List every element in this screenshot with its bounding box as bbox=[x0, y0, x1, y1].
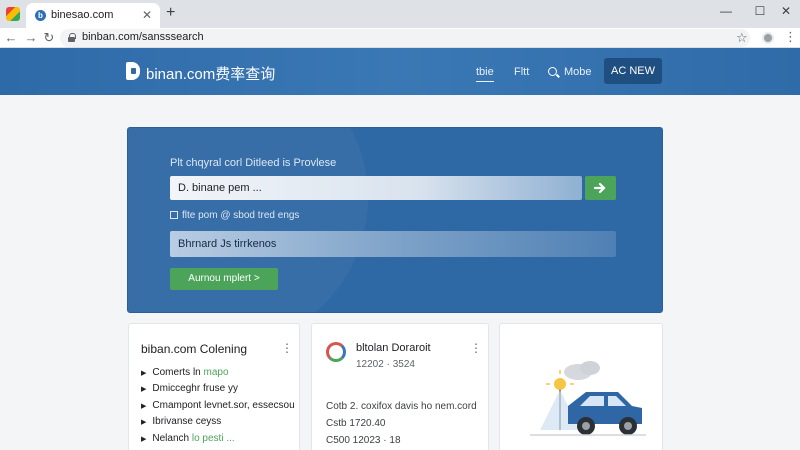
search-icon[interactable] bbox=[548, 67, 557, 76]
browser-toolbar: ← → ↻ binban.com/sansssearch ☆ ⋮ bbox=[0, 28, 800, 48]
tab-favicon-icon: b bbox=[35, 10, 46, 21]
card-title: biban.com Colening bbox=[141, 342, 248, 356]
star-icon[interactable]: ☆ bbox=[736, 30, 748, 46]
operator-logo-icon bbox=[326, 342, 346, 362]
bullet-arrow-icon: ▶ bbox=[141, 402, 147, 410]
list-item[interactable]: ▶ Dmicceghr fruse yy bbox=[141, 383, 295, 399]
list-item-text: Ibrivanse ceyss bbox=[152, 416, 222, 428]
arrow-right-icon bbox=[594, 182, 606, 194]
back-arrow-icon[interactable]: ← bbox=[3, 30, 19, 46]
card-link-list: ▶ Comerts ln mapo ▶ Dmicceghr fruse yy ▶ Cm… bbox=[141, 367, 295, 449]
site-header: binan.com费率查询 tbie Fltt Mobe AC NEW bbox=[0, 48, 800, 95]
nav-item-tbie[interactable]: tbie bbox=[476, 66, 494, 82]
hero-search-input[interactable] bbox=[170, 176, 582, 200]
profile-icon[interactable] bbox=[762, 32, 774, 44]
hero-secondary-input[interactable]: Bhrnard Js tirrkenos bbox=[170, 231, 616, 257]
browser-tab[interactable]: b binesao.com ✕ bbox=[26, 3, 160, 28]
bullet-arrow-icon: ▶ bbox=[141, 419, 147, 427]
nav-item-mobe[interactable]: Mobe bbox=[564, 66, 592, 78]
hero-hint: flte pom @ sbod tred engs bbox=[170, 210, 299, 221]
card-subtitle: 12202 · 3524 bbox=[356, 359, 415, 370]
hero-search-panel: Plt chqyral corl Ditleed is Provlese flt… bbox=[127, 127, 663, 313]
card-kebab-icon[interactable]: ⋮ bbox=[470, 341, 482, 355]
url-text[interactable]: binban.com/sansssearch bbox=[82, 31, 204, 43]
site-name[interactable]: binan.com费率查询 bbox=[146, 63, 275, 84]
list-item-accent: lo pesti ... bbox=[191, 432, 235, 444]
list-item[interactable]: ▶ Comerts ln mapo bbox=[141, 367, 295, 383]
maximize-icon[interactable]: ☐ bbox=[752, 4, 768, 18]
list-item[interactable]: ▶ Nelanch lo pesti ... bbox=[141, 433, 295, 449]
new-tab-button[interactable]: + bbox=[166, 4, 175, 22]
list-item-text: Comerts ln bbox=[152, 367, 204, 378]
info-card-illustration bbox=[499, 323, 663, 450]
bullet-arrow-icon: ▶ bbox=[141, 386, 147, 394]
list-item-text: Nelanch bbox=[152, 432, 192, 444]
hero-hint-text: flte pom @ sbod tred engs bbox=[182, 210, 300, 221]
site-logo-icon[interactable] bbox=[126, 62, 140, 80]
card-row: Cstb 1720.40 bbox=[326, 418, 386, 429]
browser-tab-strip: b binesao.com ✕ + — ☐ ✕ bbox=[0, 0, 800, 28]
kebab-icon[interactable]: ⋮ bbox=[784, 29, 797, 45]
reload-icon[interactable]: ↻ bbox=[41, 30, 57, 46]
card-row: C500 12023 · 18 bbox=[326, 435, 401, 446]
page-body: Plt chqyral corl Ditleed is Provlese flt… bbox=[0, 95, 800, 450]
car-illustration bbox=[530, 361, 646, 436]
bullet-arrow-icon: ▶ bbox=[141, 435, 147, 443]
list-item[interactable]: ▶ Ibrivanse ceyss bbox=[141, 416, 295, 432]
window-close-icon[interactable]: ✕ bbox=[778, 4, 794, 18]
card-row: Cotb 2. coxifox davis ho nem.cord bbox=[326, 401, 477, 412]
bullet-arrow-icon: ▶ bbox=[141, 370, 147, 377]
info-card-list: biban.com Colening ⋮ ▶ Comerts ln mapo ▶ D… bbox=[128, 323, 300, 450]
list-item-text: Cmampont levnet.sor, essecsou bbox=[152, 399, 295, 411]
card-kebab-icon[interactable]: ⋮ bbox=[281, 341, 293, 355]
browser-app-icon bbox=[6, 7, 20, 21]
list-item-accent: mapo bbox=[203, 367, 229, 378]
hero-submit-button[interactable]: Aurnou mplert > bbox=[170, 268, 278, 290]
minimize-icon[interactable]: — bbox=[718, 4, 734, 18]
hero-go-button[interactable] bbox=[585, 176, 616, 200]
address-bar[interactable]: binban.com/sansssearch bbox=[60, 29, 750, 47]
info-card-operator: bltolan Doraroit ⋮ 12202 · 3524 Cotb 2. … bbox=[311, 323, 489, 450]
list-item[interactable]: ▶ Cmampont levnet.sor, essecsou bbox=[141, 400, 295, 416]
hero-title: Plt chqyral corl Ditleed is Provlese bbox=[170, 157, 337, 169]
tab-close-icon[interactable]: ✕ bbox=[142, 8, 152, 22]
tab-title: binesao.com bbox=[51, 9, 114, 21]
card-title: bltolan Doraroit bbox=[356, 342, 431, 354]
forward-arrow-icon[interactable]: → bbox=[23, 30, 39, 46]
nav-item-fltt[interactable]: Fltt bbox=[514, 66, 529, 78]
lock-icon[interactable] bbox=[68, 33, 76, 42]
header-cta-button[interactable]: AC NEW bbox=[604, 58, 662, 84]
list-item-text: Dmicceghr fruse yy bbox=[152, 383, 238, 395]
checkbox-icon[interactable] bbox=[170, 211, 178, 219]
